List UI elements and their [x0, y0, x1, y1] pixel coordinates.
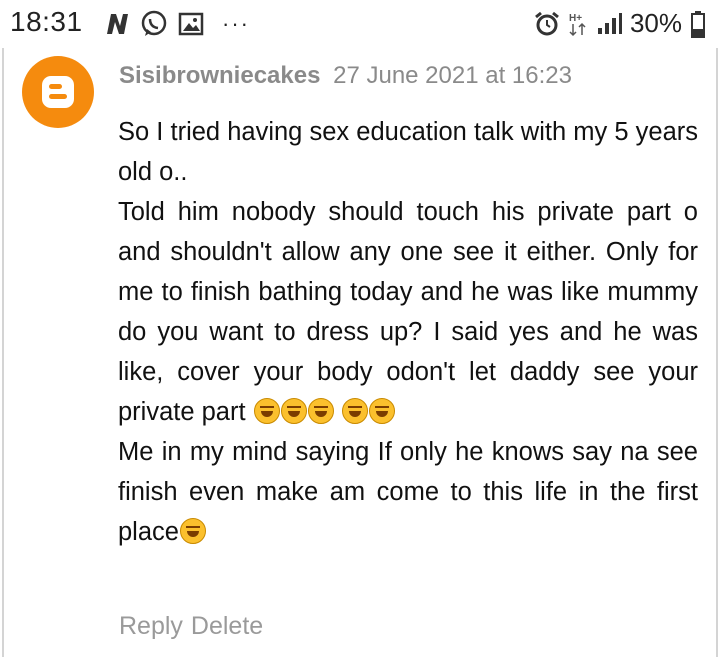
comment-paragraph: Told him nobody should touch his private… [118, 192, 698, 432]
blogger-avatar[interactable] [22, 56, 94, 128]
hand-over-mouth-emoji-icon [179, 518, 206, 544]
signal-icon [597, 12, 622, 34]
system-icons: H+ 30% [534, 8, 706, 39]
comment-timestamp[interactable]: 27 June 2021 at 16:23 [333, 62, 572, 89]
comment-header: Sisibrowniecakes 27 June 2021 at 16:23 [119, 62, 572, 90]
comment-actions: Reply Delete [119, 612, 271, 641]
status-bar: 18:31 ··· H+ 30% [0, 0, 720, 48]
reply-link[interactable]: Reply [119, 612, 183, 640]
whatsapp-icon [141, 10, 167, 36]
alarm-icon [535, 11, 559, 35]
laughing-emoji-icon [253, 398, 280, 424]
comment-body: So I tried having sex education talk wit… [118, 112, 698, 552]
left-divider [2, 48, 4, 657]
comment-paragraph-text: Told him nobody should touch his private… [118, 198, 698, 426]
comment-paragraph: Me in my mind saying If only he knows sa… [118, 432, 698, 552]
laughing-emoji-icon [307, 398, 334, 424]
laughing-emoji-icon [280, 398, 307, 424]
svg-text:H+: H+ [569, 13, 582, 24]
notification-icons: ··· [104, 10, 250, 38]
comment-author[interactable]: Sisibrowniecakes [119, 62, 320, 89]
delete-link[interactable]: Delete [191, 612, 263, 640]
blogger-logo-icon [42, 76, 74, 108]
data-hplus-icon: H+ [569, 13, 586, 36]
battery-icon [691, 10, 705, 38]
right-divider [716, 48, 718, 657]
laughing-emoji-icon [341, 398, 368, 424]
comment-paragraph: So I tried having sex education talk wit… [118, 118, 698, 186]
laughing-emoji-icon [368, 398, 395, 424]
battery-percent: 30% [629, 8, 682, 38]
status-time: 18:31 [10, 6, 83, 37]
n-icon [107, 14, 128, 34]
gallery-icon [178, 12, 204, 36]
more-icon: ··· [222, 11, 250, 36]
